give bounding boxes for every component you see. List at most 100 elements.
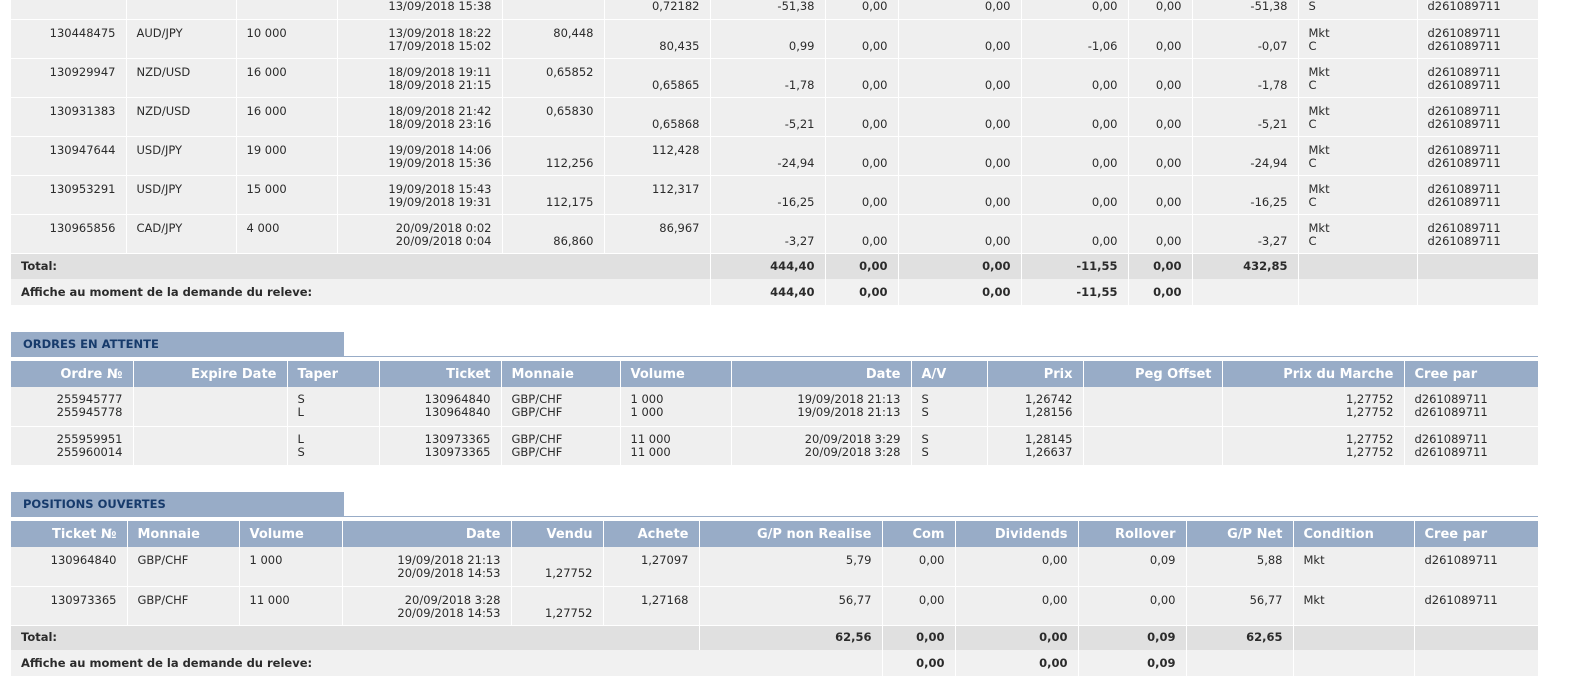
cell-text — [1139, 144, 1182, 157]
currency-cell: USD/JPY — [126, 136, 237, 175]
col-header-currency[interactable]: Monnaie — [127, 521, 240, 547]
cell-text: d261089711 — [1427, 116, 1501, 131]
expire-date-cell — [133, 426, 288, 465]
col-header-commission[interactable]: Com — [882, 521, 956, 547]
cell-text: Mkt — [1308, 142, 1330, 157]
open-price-cell: 112,256 — [502, 136, 605, 175]
col-header-created-by[interactable]: Cree par — [1404, 361, 1539, 387]
cell-text: USD/JPY — [136, 181, 183, 196]
col-header-condition[interactable]: Condition — [1293, 521, 1415, 547]
cell-text: -51,38 — [777, 0, 815, 13]
cell-text: Mkt — [1308, 181, 1330, 196]
cell-text: 0,00 — [1039, 655, 1068, 670]
col-header-dividends[interactable]: Dividends — [955, 521, 1079, 547]
table-row[interactable]: 130953291 USD/JPY 15 000 19/09/2018 15:43 19… — [11, 175, 1539, 214]
table-row[interactable]: 130448475 AUD/JPY 10 000 13/09/2018 18:22 17… — [11, 19, 1539, 58]
col-header-peg-offset[interactable]: Peg Offset — [1083, 361, 1223, 387]
table-row[interactable]: 130964840 GBP/CHF 1 000 19/09/2018 21:13 20/… — [11, 547, 1539, 586]
display-empty — [1414, 650, 1539, 676]
cell-text: 20/09/2018 14:53 — [397, 605, 501, 620]
unrealized-pl-cell: 56,77 — [699, 586, 883, 625]
cell-text: 130964840 — [50, 553, 117, 567]
table-row[interactable]: 255959951 255960014 L S 130973365 130973365 G… — [11, 426, 1539, 465]
rollover-cell: 0,00 — [1021, 136, 1129, 175]
cell-text: -5,21 — [784, 116, 815, 131]
table-row[interactable]: 130965856 CAD/JPY 4 000 20/09/2018 0:02 20/0… — [11, 214, 1539, 253]
table-row[interactable]: 255945777 255945778 S L 130964840 130964840 G… — [11, 387, 1539, 426]
table-row[interactable]: 130929947 NZD/USD 16 000 18/09/2018 19:11 18… — [11, 58, 1539, 97]
col-header-ticket-number[interactable]: Ticket № — [11, 521, 128, 547]
net-pl-cell: 56,77 — [1186, 586, 1294, 625]
total-empty — [1414, 625, 1539, 650]
cell-text: GBP/CHF — [137, 592, 189, 607]
col-header-order-number[interactable]: Ordre № — [11, 361, 134, 387]
cell-text — [144, 433, 277, 446]
order-number-cell: 255945777 255945778 — [11, 387, 134, 426]
sold-cell: 1,27752 — [511, 586, 604, 625]
condition-cell: Mkt C — [1298, 97, 1418, 136]
cell-text: 0,00 — [859, 284, 888, 299]
cell-text: L — [297, 405, 304, 419]
cell-text: 0,65865 — [651, 77, 700, 92]
open-price-cell: 80,448 — [502, 19, 605, 58]
table-row[interactable]: 130947644 USD/JPY 19 000 19/09/2018 14:06 19… — [11, 136, 1539, 175]
col-header-rollover[interactable]: Rollover — [1078, 521, 1187, 547]
col-header-unrealized-pl[interactable]: G/P non Realise — [699, 521, 883, 547]
cell-text: -1,06 — [1087, 38, 1118, 53]
col-header-expire-date[interactable]: Expire Date — [133, 361, 288, 387]
display-empty — [1293, 650, 1415, 676]
table-row[interactable]: 130931383 NZD/USD 16 000 18/09/2018 21:42 18… — [11, 97, 1539, 136]
cell-text — [1203, 27, 1288, 40]
table-row[interactable]: 13/09/2018 15:38 0,72182 -51,38 0,00 0,00 0,… — [11, 0, 1539, 19]
col-header-ticket[interactable]: Ticket — [379, 361, 502, 387]
ticket-cell: 130929947 — [11, 58, 127, 97]
cell-text: 16 000 — [246, 103, 287, 118]
cell-text: 0,00 — [916, 655, 945, 670]
col-header-buy-sell[interactable]: A/V — [911, 361, 988, 387]
col-header-bought[interactable]: Achete — [603, 521, 700, 547]
cell-text: 0,00 — [984, 0, 1011, 13]
ticket-cell — [11, 0, 127, 19]
col-header-volume[interactable]: Volume — [239, 521, 343, 547]
cell-text: 0,00 — [918, 553, 945, 567]
cell-text — [909, 27, 1011, 40]
expire-date-cell — [133, 387, 288, 426]
col-header-created-by[interactable]: Cree par — [1414, 521, 1539, 547]
other-cell: 0,00 — [1128, 58, 1193, 97]
date-cell: 19/09/2018 21:13 19/09/2018 21:13 — [731, 387, 912, 426]
display-empty — [1298, 279, 1418, 305]
cell-text — [513, 118, 594, 131]
cell-text — [721, 27, 815, 40]
total-div: 0,00 — [955, 625, 1079, 650]
cell-text — [721, 144, 815, 157]
cell-text: S — [921, 392, 929, 406]
table-row[interactable]: 130973365 GBP/CHF 11 000 20/09/2018 3:28 20/… — [11, 586, 1539, 625]
col-header-type[interactable]: Taper — [287, 361, 380, 387]
cell-text: GBP/CHF — [511, 405, 563, 419]
col-header-sold[interactable]: Vendu — [511, 521, 604, 547]
cell-text: -5,21 — [1257, 116, 1288, 131]
col-header-date[interactable]: Date — [342, 521, 512, 547]
pl-cell: -24,94 — [710, 136, 826, 175]
display-roll: 0,09 — [1078, 650, 1187, 676]
cell-text: d261089711 — [1427, 233, 1501, 248]
col-header-market-price[interactable]: Prix du Marche — [1222, 361, 1405, 387]
col-header-date[interactable]: Date — [731, 361, 912, 387]
net-pl-cell: 5,88 — [1186, 547, 1294, 586]
display-empty — [1192, 279, 1299, 305]
col-header-net-pl[interactable]: G/P Net — [1186, 521, 1294, 547]
type-cell: LS — [287, 426, 380, 465]
col-header-volume[interactable]: Volume — [620, 361, 732, 387]
cell-text: 130953291 — [49, 181, 116, 196]
rollover-cell: 0,00 — [1021, 0, 1129, 19]
cell-text: 0,00 — [984, 77, 1011, 92]
cell-text: S — [921, 405, 929, 419]
col-header-price[interactable]: Prix — [987, 361, 1084, 387]
cell-text — [1032, 27, 1118, 40]
dividends-cell: 0,00 — [898, 58, 1022, 97]
bought-cell: 1,27168 — [603, 586, 700, 625]
currency-cell: GBP/CHF GBP/CHF — [501, 426, 621, 465]
peg-offset-cell — [1083, 387, 1223, 426]
display-row: Affiche au moment de la demande du relev… — [11, 650, 1539, 676]
col-header-currency[interactable]: Monnaie — [501, 361, 621, 387]
